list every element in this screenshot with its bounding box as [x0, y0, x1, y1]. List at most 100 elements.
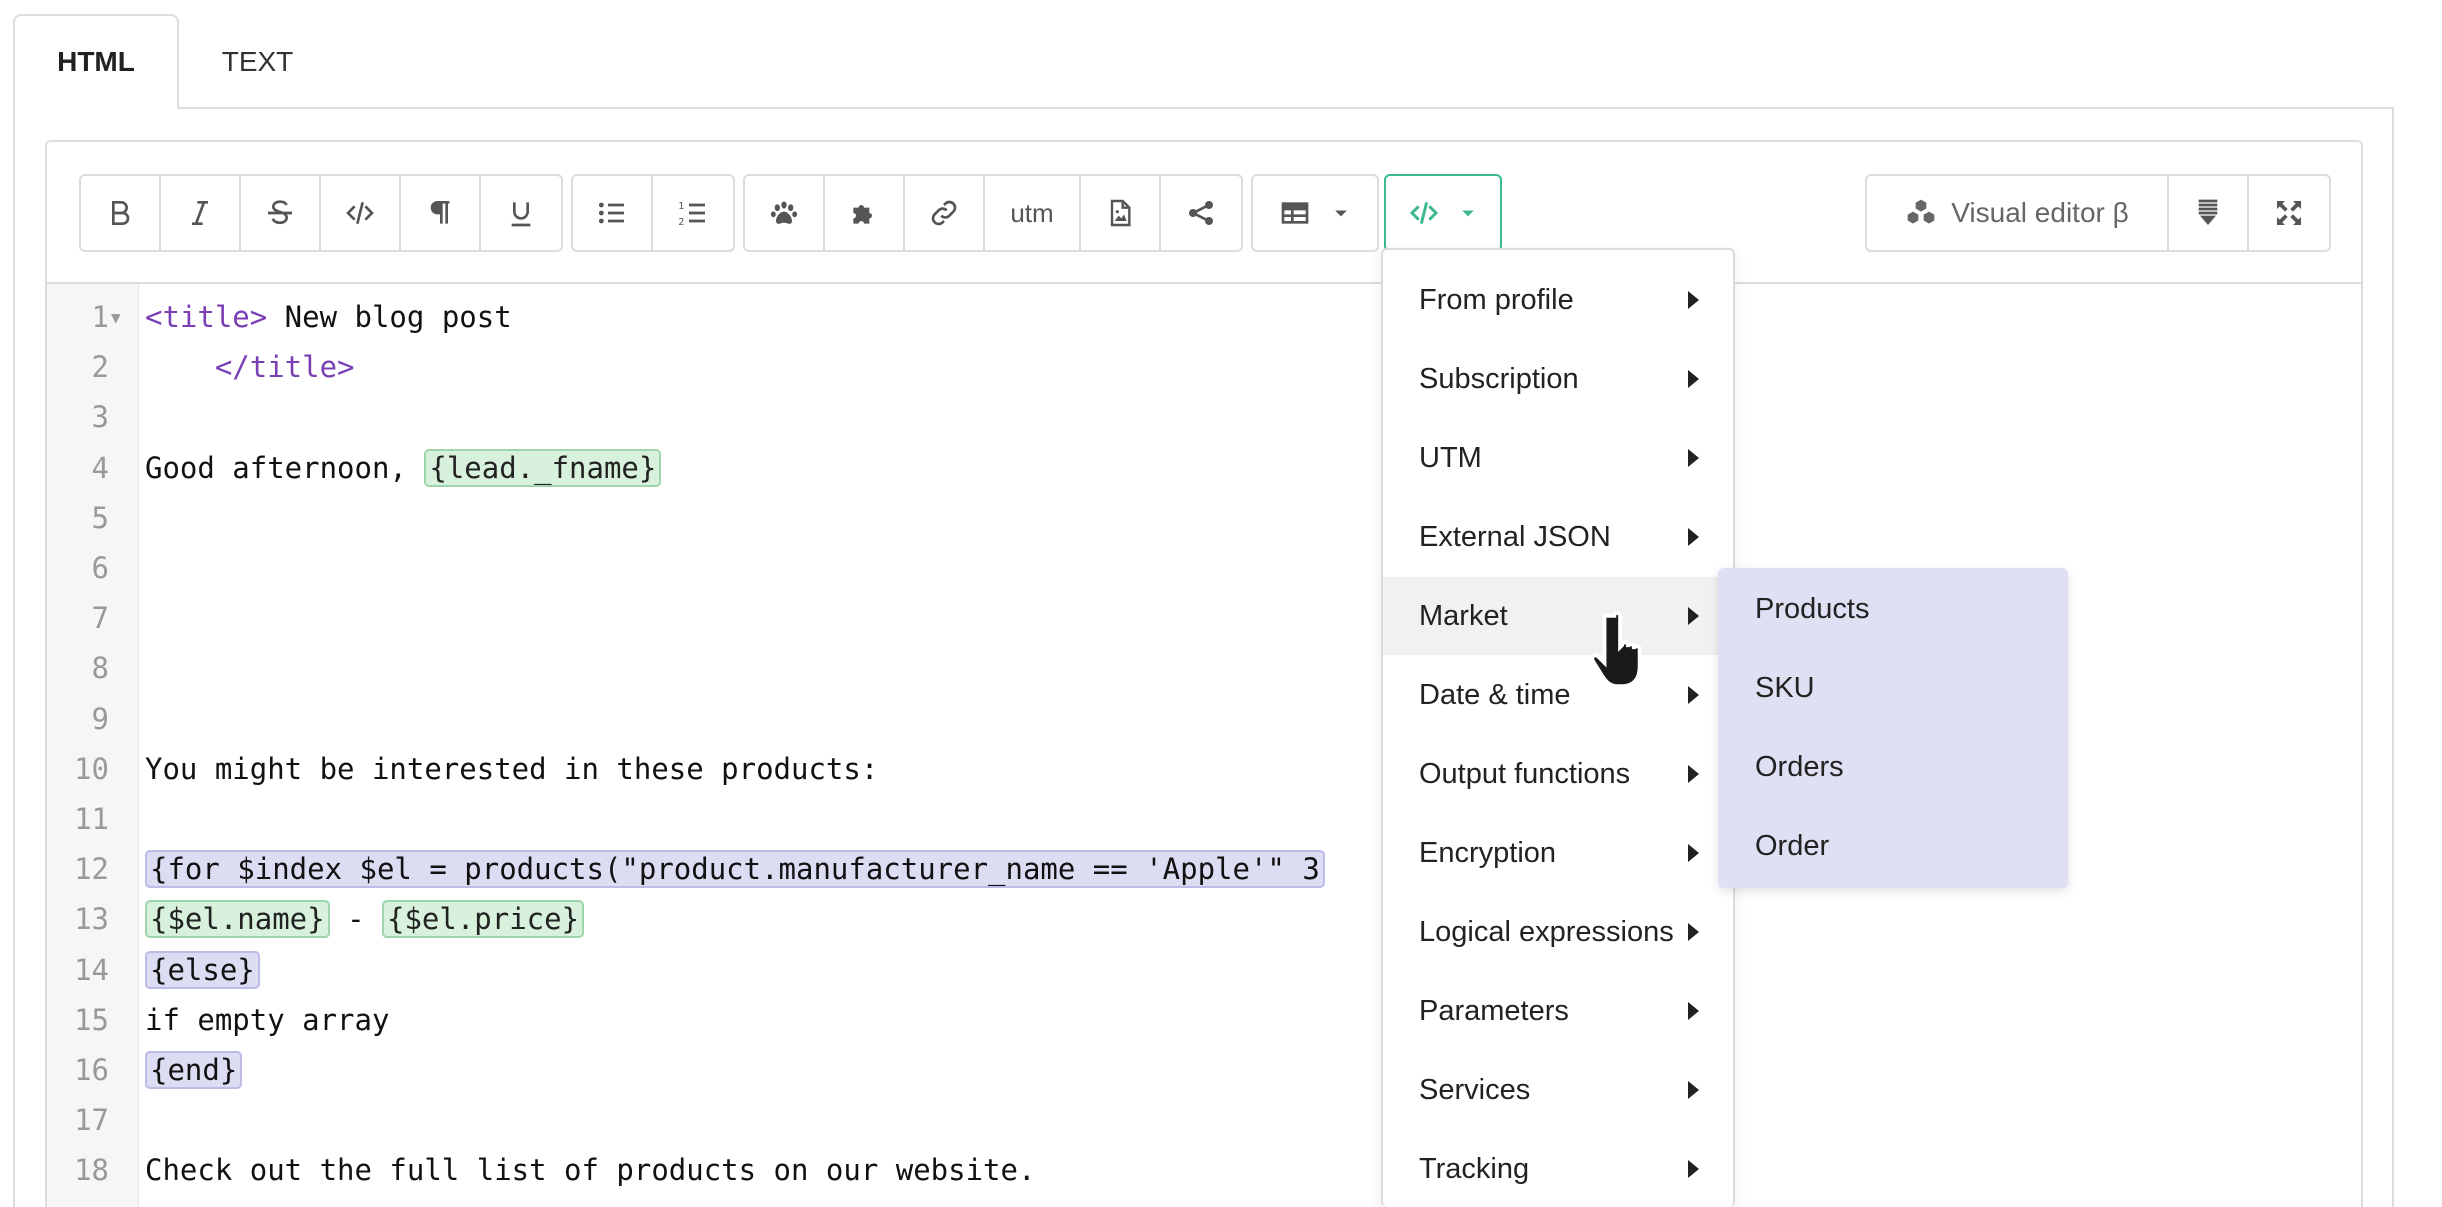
paw-icon [770, 201, 798, 224]
line-content: Good afternoon, {lead._fname} [145, 448, 662, 487]
menu-item[interactable]: Parameters [1383, 972, 1733, 1050]
line-number: 17 [74, 1103, 109, 1138]
chevron-down-icon [1335, 210, 1347, 217]
strikethrough-button[interactable] [241, 176, 321, 250]
menu-item[interactable]: Tracking [1383, 1130, 1733, 1207]
fold-toggle-icon[interactable]: ▼ [111, 308, 121, 327]
variable-token: {lead._fname} [424, 448, 662, 487]
menu-item[interactable]: Market [1383, 577, 1733, 655]
expand-icon [2277, 201, 2301, 225]
line-number: 3 [91, 400, 109, 435]
submenu-item[interactable]: SKU [1718, 649, 2068, 728]
variable-token: {$el.name} [145, 900, 330, 939]
line-content: if empty array [145, 1003, 389, 1037]
bulleted-list-icon [598, 202, 624, 224]
table-group [1251, 174, 1379, 252]
variable-token: {$el.price} [382, 900, 585, 939]
code-icon [1409, 201, 1439, 225]
download-lines-icon [2198, 199, 2218, 225]
submenu-item[interactable]: Products [1718, 570, 2068, 649]
fullscreen-button[interactable] [2249, 176, 2329, 250]
paw-button[interactable] [745, 176, 825, 250]
code-line[interactable]: 16 {end} [47, 1045, 2361, 1095]
strikethrough-icon [268, 200, 292, 225]
paragraph-button[interactable] [401, 176, 481, 250]
panel-border-right [2392, 108, 2394, 1207]
menu-item-label: From profile [1419, 283, 1574, 316]
menu-item-label: Date & time [1419, 678, 1571, 711]
line-number: 11 [74, 802, 109, 836]
menu-item[interactable]: UTM [1383, 419, 1733, 497]
collapse-button[interactable] [2169, 176, 2249, 250]
menu-item[interactable]: External JSON [1383, 498, 1733, 576]
line-number: 14 [74, 952, 109, 987]
code-line[interactable]: 18 Check out the full list of products on… [47, 1145, 2361, 1195]
image-file-button[interactable] [1081, 176, 1161, 250]
code-line[interactable]: 4 Good afternoon, {lead._fname} [47, 443, 2361, 493]
menu-item-label: Services [1419, 1073, 1531, 1106]
line-content: You might be interested in these product… [145, 752, 878, 786]
code-line[interactable]: 14 {else} [47, 945, 2361, 995]
table-icon [1281, 202, 1309, 224]
tab-html[interactable]: HTML [13, 14, 179, 110]
menu-item-label: Parameters [1419, 994, 1569, 1027]
line-number: 12 [74, 852, 109, 887]
tab-text[interactable]: TEXT [200, 14, 315, 110]
menu-item[interactable]: Encryption [1383, 814, 1733, 892]
template-logic-token: {for $index $el = products("product.manu… [145, 850, 1325, 889]
menu-item-label: Output functions [1419, 757, 1631, 790]
code-line[interactable]: 15 if empty array [47, 995, 2361, 1045]
submenu-item[interactable]: Order [1718, 807, 2068, 886]
code-line[interactable]: 17 [47, 1095, 2361, 1145]
menu-item[interactable]: Subscription [1383, 340, 1733, 418]
underline-icon [511, 202, 531, 227]
chevron-right-icon [1688, 370, 1699, 388]
visual-editor-button[interactable]: Visual editor β [1867, 176, 2169, 250]
link-button[interactable] [905, 176, 985, 250]
code-line[interactable]: 2 </title> [47, 342, 2361, 392]
plain-text: You might be interested in these product… [145, 751, 879, 786]
code-insert-button[interactable] [1386, 176, 1500, 250]
line-number: 10 [74, 751, 109, 786]
menu-item[interactable]: Logical expressions [1383, 893, 1733, 971]
link-icon [931, 200, 957, 226]
bulleted-list-button[interactable] [573, 176, 653, 250]
view-group: Visual editor β [1865, 174, 2331, 252]
share-button[interactable] [1161, 176, 1241, 250]
italic-button[interactable] [161, 176, 241, 250]
code-button[interactable] [321, 176, 401, 250]
menu-item[interactable]: Services [1383, 1051, 1733, 1129]
plain-text: - [329, 902, 382, 937]
puzzle-button[interactable] [825, 176, 905, 250]
code-line[interactable]: 3 [47, 392, 2361, 442]
menu-item[interactable]: Output functions [1383, 735, 1733, 813]
menu-item[interactable]: From profile [1383, 261, 1733, 339]
menu-item-label: UTM [1419, 441, 1482, 474]
line-content: {$el.name} - {$el.price} [145, 900, 585, 939]
chevron-right-icon [1688, 528, 1699, 546]
code-line[interactable]: 5 [47, 493, 2361, 543]
menu-item-label: Tracking [1419, 1152, 1530, 1185]
bold-icon [112, 201, 130, 225]
code-line[interactable]: 1 ▼ <title> New blog post [47, 292, 2361, 342]
plain-text: Check out the full list of products on o… [145, 1153, 1036, 1188]
plain-text [145, 350, 215, 384]
panel-border-left [13, 108, 15, 1207]
code-line[interactable]: 13 {$el.name} - {$el.price} [47, 894, 2361, 944]
submenu-item[interactable]: Orders [1718, 728, 2068, 807]
line-content: Check out the full list of products on o… [145, 1153, 1035, 1187]
menu-item[interactable]: Date & time [1383, 656, 1733, 734]
line-content: {end} [145, 1051, 243, 1089]
line-content: {for $index $el = products("product.manu… [145, 850, 1325, 889]
underline-button[interactable] [481, 176, 561, 250]
template-logic-token: {end} [145, 1051, 243, 1089]
numbered-list-icon: 12 [678, 201, 705, 228]
table-button[interactable] [1253, 176, 1377, 250]
line-number: 9 [91, 701, 109, 736]
bold-button[interactable] [81, 176, 161, 250]
plain-text: New blog post [267, 300, 512, 334]
code-insert-dropdown: From profile Subscription UTM External JSON… [1381, 248, 1735, 1207]
utm-button[interactable]: utm [985, 176, 1081, 250]
numbered-list-button[interactable]: 12 [653, 176, 733, 250]
template-logic-token: {else} [145, 950, 260, 989]
